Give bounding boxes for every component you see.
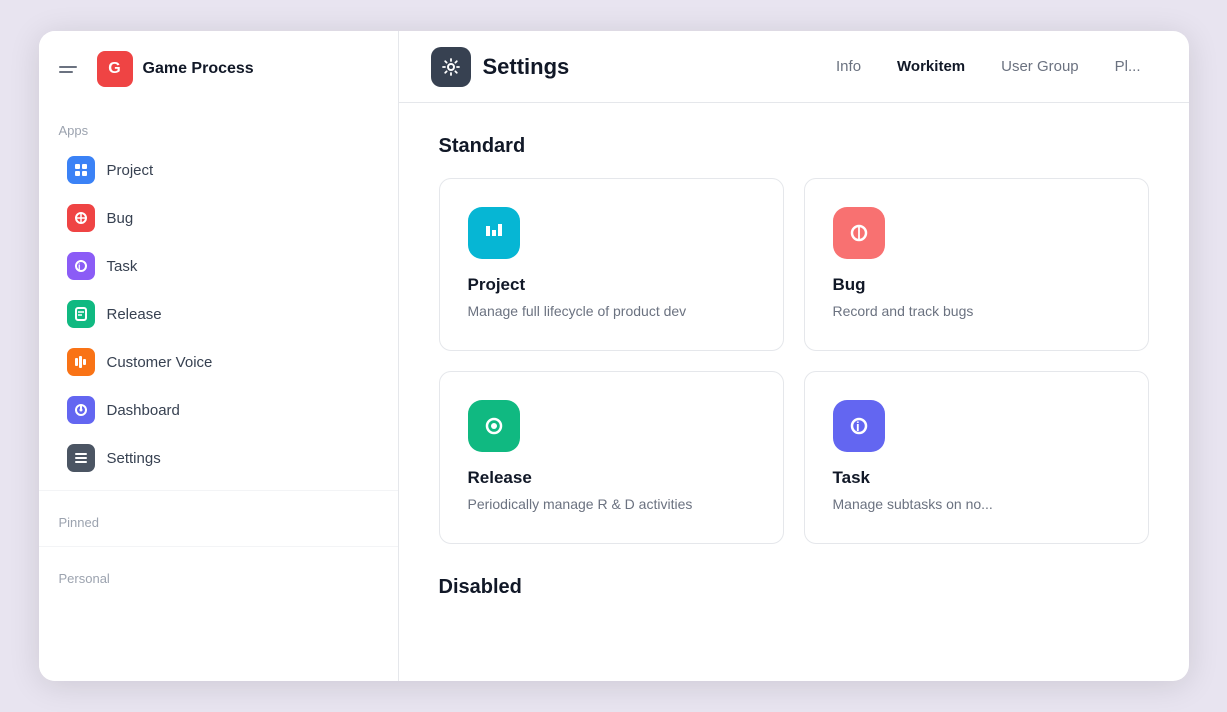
sidebar-item-task[interactable]: i Task [47, 242, 390, 290]
release-card-name: Release [468, 468, 755, 488]
customer-voice-nav-label: Customer Voice [107, 354, 213, 371]
svg-text:i: i [78, 262, 81, 272]
workspace-badge: G [97, 51, 133, 87]
sidebar-header: G Game Process [39, 31, 398, 107]
tab-pl[interactable]: Pl... [1099, 50, 1157, 83]
workspace-name: Game Process [143, 60, 254, 78]
tab-user-group[interactable]: User Group [985, 50, 1095, 83]
release-nav-label: Release [107, 306, 162, 323]
bug-card-desc: Record and track bugs [833, 301, 1120, 322]
dashboard-nav-icon [67, 396, 95, 424]
sidebar-item-release[interactable]: Release [47, 290, 390, 338]
bug-card-icon [833, 207, 885, 259]
disabled-section-title: Disabled [439, 576, 1149, 599]
bug-nav-icon [67, 204, 95, 232]
release-nav-icon [67, 300, 95, 328]
sidebar: G Game Process Apps Project Bug i Task [39, 31, 399, 681]
dashboard-nav-label: Dashboard [107, 402, 180, 419]
sidebar-divider-2 [39, 546, 398, 547]
settings-page-icon [431, 47, 471, 87]
task-app-card[interactable]: i Task Manage subtasks on no... [804, 371, 1149, 544]
settings-nav-icon [67, 444, 95, 472]
project-card-name: Project [468, 275, 755, 295]
topbar-title-area: Settings [431, 47, 813, 87]
sidebar-item-bug[interactable]: Bug [47, 194, 390, 242]
sidebar-item-project[interactable]: Project [47, 146, 390, 194]
project-app-card[interactable]: Project Manage full lifecycle of product… [439, 178, 784, 351]
project-card-icon [468, 207, 520, 259]
bug-app-card[interactable]: Bug Record and track bugs [804, 178, 1149, 351]
bug-card-name: Bug [833, 275, 1120, 295]
task-card-name: Task [833, 468, 1120, 488]
task-card-desc: Manage subtasks on no... [833, 494, 1120, 515]
task-nav-icon: i [67, 252, 95, 280]
customer-voice-nav-icon [67, 348, 95, 376]
project-nav-icon [67, 156, 95, 184]
page-body: Standard Project Manage full lifecycle o… [399, 103, 1189, 681]
topbar: Settings Info Workitem User Group Pl... [399, 31, 1189, 103]
svg-text:i: i [856, 419, 860, 434]
task-card-icon: i [833, 400, 885, 452]
settings-nav-label: Settings [107, 450, 161, 467]
page-title: Settings [483, 54, 570, 80]
sidebar-item-customer-voice[interactable]: Customer Voice [47, 338, 390, 386]
pinned-section-label: Pinned [39, 499, 398, 538]
tab-workitem[interactable]: Workitem [881, 50, 981, 83]
main-content: Settings Info Workitem User Group Pl... … [399, 31, 1189, 681]
project-card-desc: Manage full lifecycle of product dev [468, 301, 755, 322]
sidebar-item-dashboard[interactable]: Dashboard [47, 386, 390, 434]
menu-toggle-button[interactable] [55, 53, 87, 85]
sidebar-item-settings[interactable]: Settings [47, 434, 390, 482]
task-nav-label: Task [107, 258, 138, 275]
bug-nav-label: Bug [107, 210, 134, 227]
release-app-card[interactable]: Release Periodically manage R & D activi… [439, 371, 784, 544]
standard-cards-grid: Project Manage full lifecycle of product… [439, 178, 1149, 544]
standard-section-title: Standard [439, 135, 1149, 158]
project-nav-label: Project [107, 162, 154, 179]
release-card-desc: Periodically manage R & D activities [468, 494, 755, 515]
release-card-icon [468, 400, 520, 452]
tab-info[interactable]: Info [820, 50, 877, 83]
personal-section-label: Personal [39, 555, 398, 594]
topbar-tabs: Info Workitem User Group Pl... [820, 50, 1156, 83]
apps-section-label: Apps [39, 107, 398, 146]
sidebar-divider-1 [39, 490, 398, 491]
